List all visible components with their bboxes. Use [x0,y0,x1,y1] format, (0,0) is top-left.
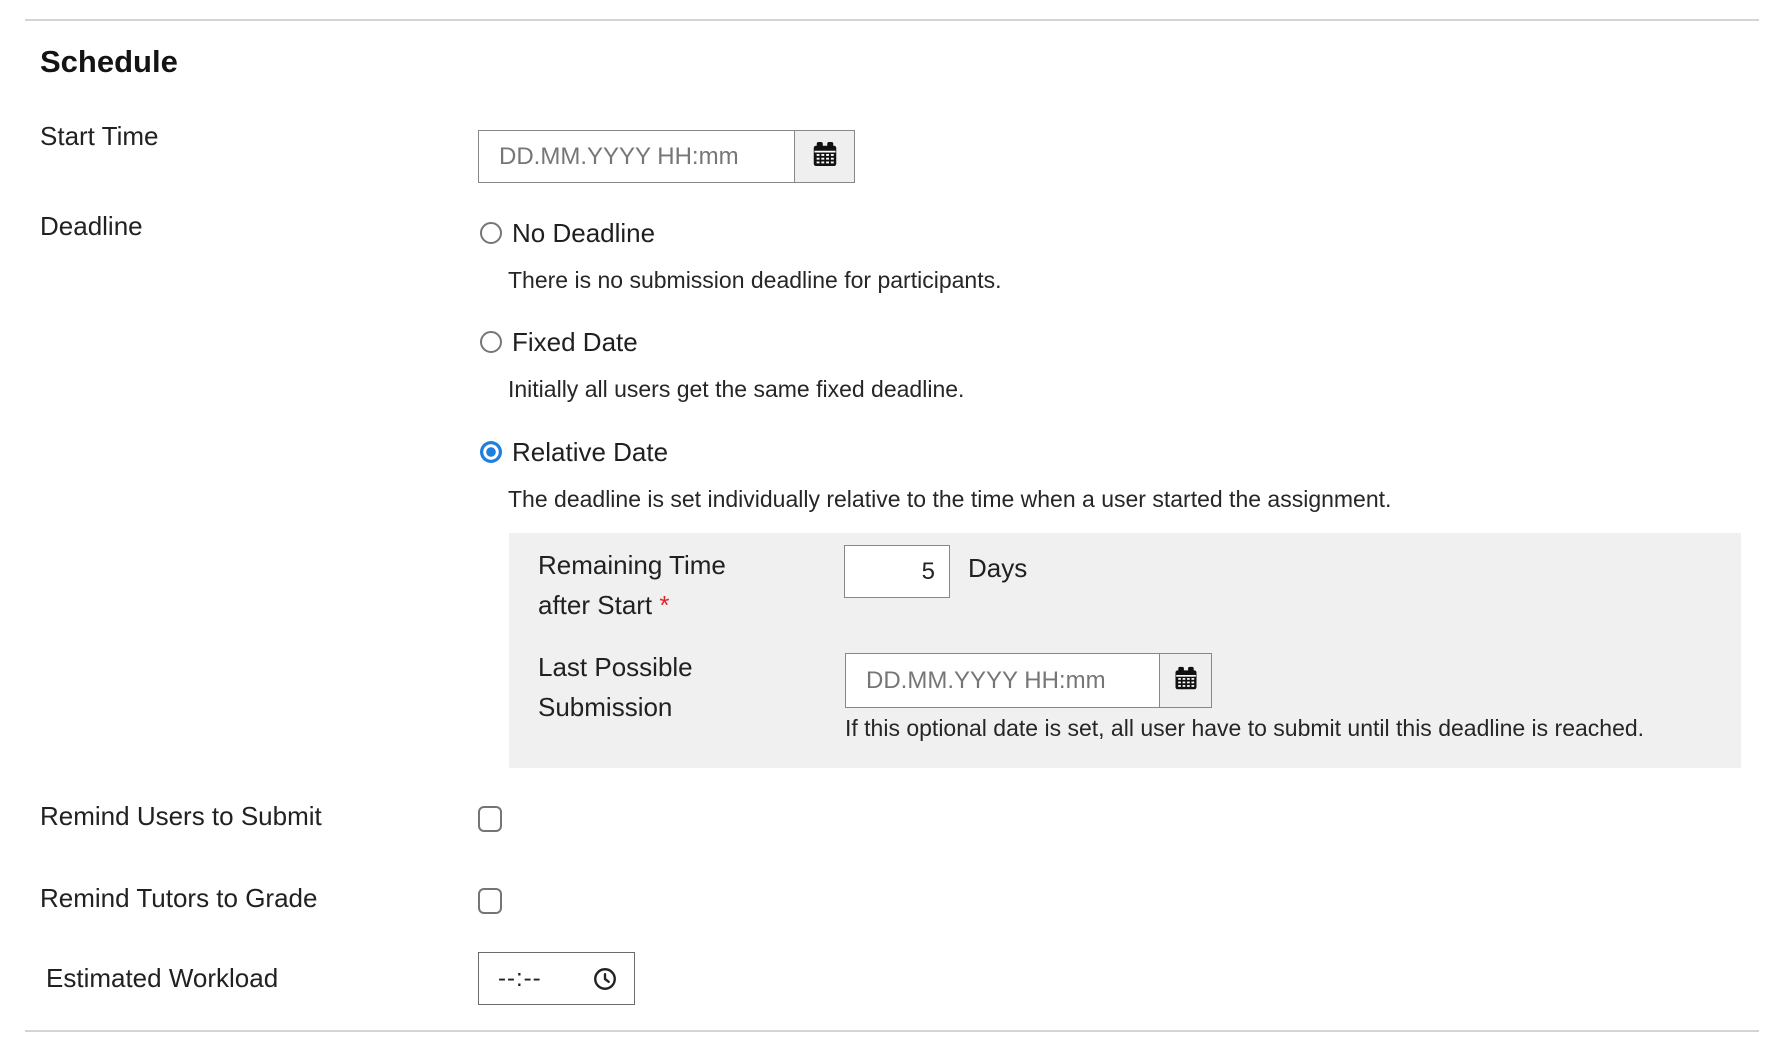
calendar-icon [1172,665,1200,696]
remind-users-label: Remind Users to Submit [40,798,322,834]
radio-relative-date-label[interactable]: Relative Date [512,435,668,469]
last-submission-label-line1: Last Possible [538,652,693,682]
last-submission-calendar-button[interactable] [1159,654,1211,707]
start-time-input[interactable] [479,131,794,182]
deadline-label: Deadline [40,208,143,244]
remind-tutors-checkbox[interactable] [478,888,502,914]
schedule-settings-form: Schedule Start Time Deadline [0,0,1784,1040]
last-submission-label-line2: Submission [538,692,672,722]
start-time-label: Start Time [40,118,158,154]
radio-relative-date[interactable] [480,441,502,463]
required-asterisk: * [659,590,669,620]
bottom-divider [25,1030,1759,1032]
calendar-icon [810,140,840,173]
remind-tutors-label: Remind Tutors to Grade [40,880,317,916]
section-title: Schedule [40,44,178,80]
top-divider [25,19,1759,21]
radio-fixed-date[interactable] [480,331,502,353]
remaining-time-label: Remaining Time after Start * [538,545,726,625]
clock-icon [592,966,634,992]
remind-users-checkbox[interactable] [478,806,502,832]
radio-fixed-date-label[interactable]: Fixed Date [512,325,638,359]
last-submission-input-group [845,653,1212,708]
remaining-time-label-line1: Remaining Time [538,550,726,580]
last-submission-byline: If this optional date is set, all user h… [845,715,1644,742]
estimated-workload-label: Estimated Workload [46,960,278,996]
days-unit-label: Days [968,553,1027,584]
remaining-time-label-line2: after Start [538,590,652,620]
last-submission-label: Last Possible Submission [538,647,693,727]
time-value[interactable]: --:-- [479,965,592,993]
no-deadline-byline: There is no submission deadline for part… [508,265,1001,295]
relative-date-panel: Remaining Time after Start * Days Last P… [509,533,1741,768]
start-time-input-group [478,130,855,183]
relative-date-byline: The deadline is set individually relativ… [508,484,1391,514]
estimated-workload-time-input[interactable]: --:-- [478,952,635,1005]
start-time-calendar-button[interactable] [794,131,854,182]
fixed-date-byline: Initially all users get the same fixed d… [508,374,964,404]
radio-no-deadline[interactable] [480,222,502,244]
remaining-days-input[interactable] [844,545,950,598]
radio-no-deadline-label[interactable]: No Deadline [512,216,655,250]
last-submission-input[interactable] [846,654,1159,707]
